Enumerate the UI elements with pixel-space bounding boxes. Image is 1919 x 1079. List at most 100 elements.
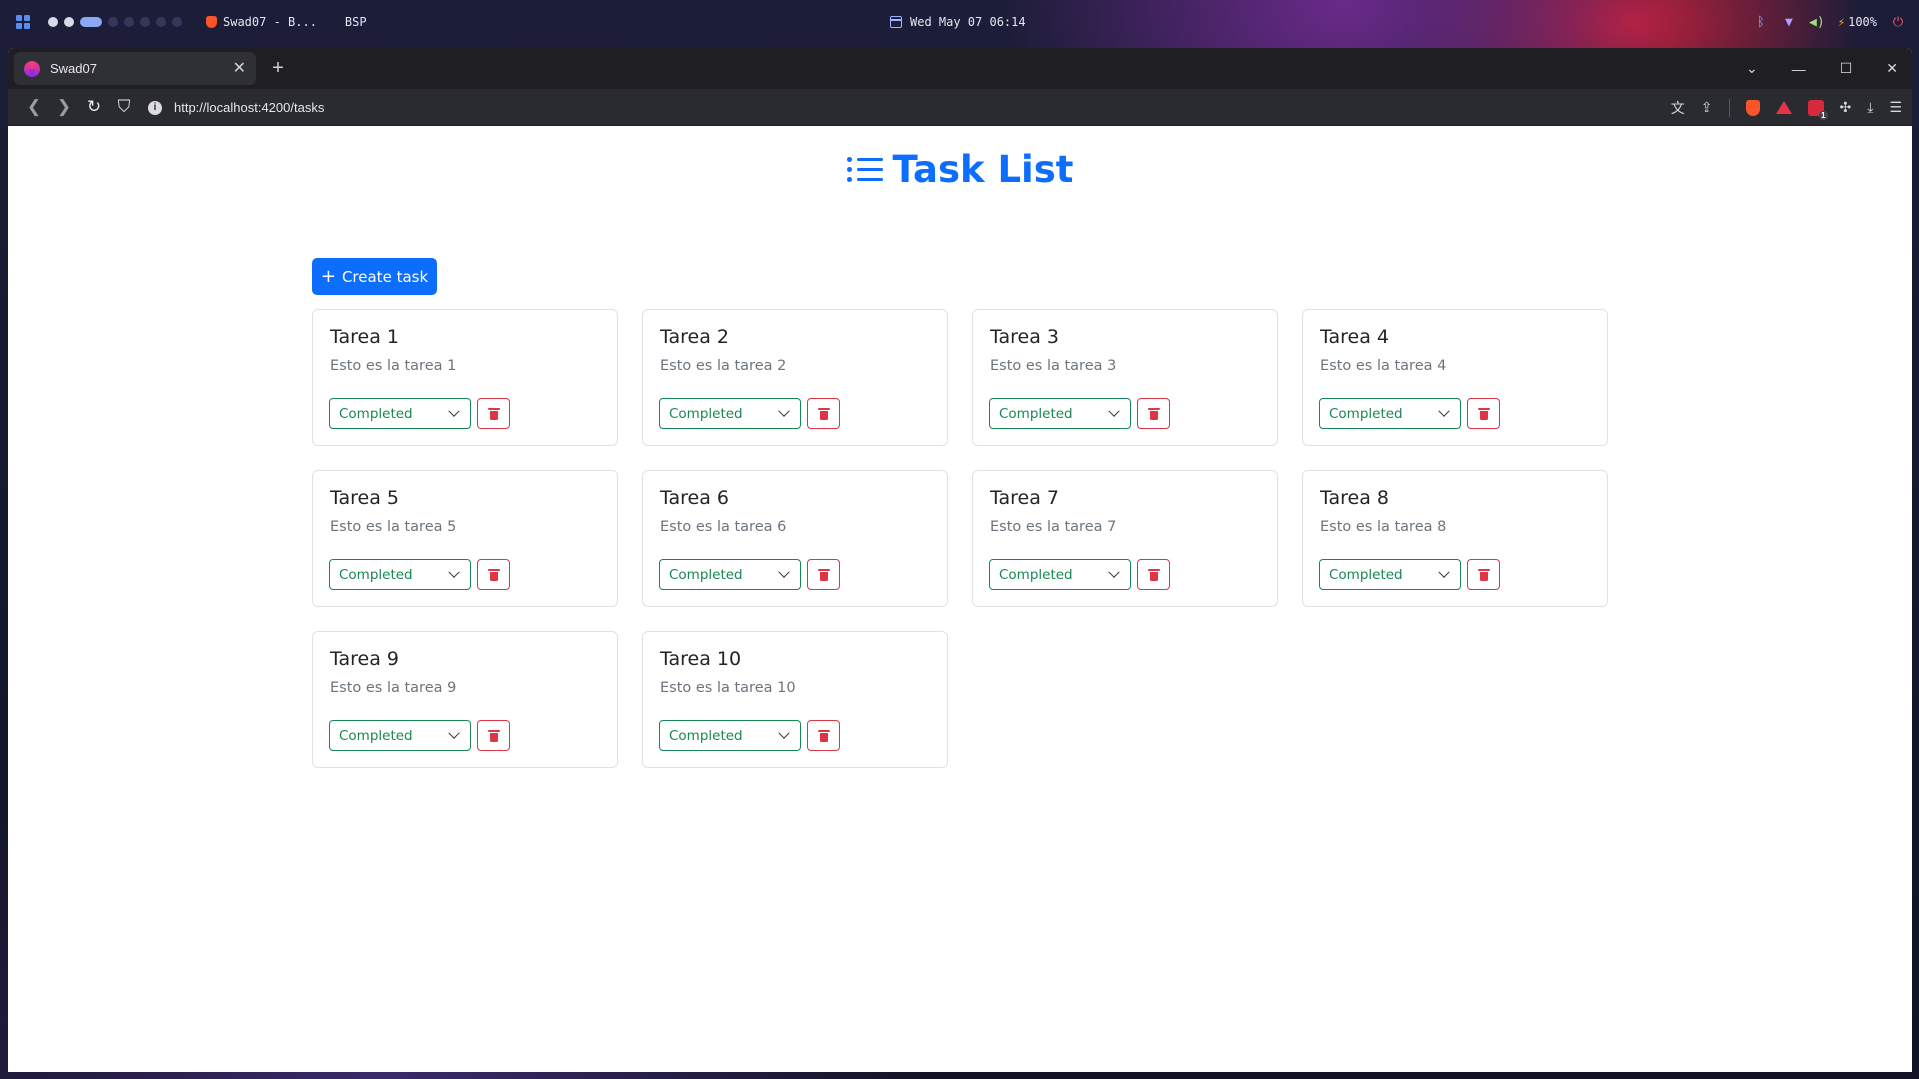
workspace-dot[interactable] — [172, 17, 182, 27]
delete-task-button[interactable] — [1467, 398, 1500, 429]
status-value: Completed — [339, 727, 413, 744]
power-icon[interactable]: ⏻ — [1891, 15, 1905, 30]
task-card: Tarea 2 Esto es la tarea 2 Completed — [642, 309, 948, 446]
url-field[interactable]: i http://localhost:4200/tasks — [148, 89, 324, 126]
task-actions: Completed — [1319, 398, 1500, 429]
task-title: Tarea 9 — [330, 648, 399, 670]
task-actions: Completed — [1319, 559, 1500, 590]
close-tab-icon[interactable]: ✕ — [233, 60, 246, 77]
task-title: Tarea 8 — [1320, 487, 1389, 509]
task-grid: Tarea 1 Esto es la tarea 1 Completed Tar… — [312, 309, 1609, 768]
delete-task-button[interactable] — [807, 720, 840, 751]
delete-task-button[interactable] — [807, 559, 840, 590]
status-select[interactable]: Completed — [659, 559, 801, 590]
back-button[interactable]: ❮ — [20, 97, 48, 117]
new-tab-button[interactable]: + — [266, 56, 290, 80]
calendar-icon — [890, 16, 902, 28]
translate-icon[interactable]: 文 — [1671, 98, 1685, 118]
extension-icon[interactable]: 1 — [1807, 99, 1828, 120]
tab-active[interactable]: Swad07 ✕ — [14, 52, 256, 85]
workspace-dot[interactable] — [108, 17, 118, 27]
brave-rewards-icon[interactable] — [1775, 101, 1792, 114]
site-info-icon[interactable]: i — [148, 100, 162, 115]
volume-icon[interactable]: ◀) — [1809, 15, 1825, 30]
status-value: Completed — [669, 727, 743, 744]
workspace-dot-active[interactable] — [80, 17, 102, 27]
delete-task-button[interactable] — [1137, 398, 1170, 429]
task-card: Tarea 5 Esto es la tarea 5 Completed — [312, 470, 618, 607]
task-description: Esto es la tarea 6 — [660, 519, 787, 535]
task-card: Tarea 8 Esto es la tarea 8 Completed — [1302, 470, 1608, 607]
delete-task-button[interactable] — [477, 559, 510, 590]
task-description: Esto es la tarea 2 — [660, 358, 787, 374]
close-window-icon[interactable]: ✕ — [1886, 60, 1898, 77]
task-title: Tarea 3 — [990, 326, 1059, 348]
trash-icon — [1477, 568, 1490, 581]
task-description: Esto es la tarea 4 — [1320, 358, 1447, 374]
status-select[interactable]: Completed — [659, 398, 801, 429]
chevron-down-icon — [448, 727, 460, 739]
page-title: Task List — [892, 148, 1074, 191]
trash-icon — [817, 568, 830, 581]
maximize-icon[interactable]: ☐ — [1840, 60, 1853, 77]
status-value: Completed — [339, 566, 413, 583]
workspace-dot[interactable] — [140, 17, 150, 27]
bookmark-icon[interactable]: ⛉ — [110, 97, 138, 117]
workspace-dot[interactable] — [48, 17, 58, 27]
trash-icon — [817, 407, 830, 420]
status-select[interactable]: Completed — [989, 398, 1131, 429]
delete-task-button[interactable] — [807, 398, 840, 429]
workspace-grid-icon[interactable] — [16, 15, 30, 29]
download-icon[interactable]: ⤓ — [1867, 99, 1873, 116]
url-text[interactable]: http://localhost:4200/tasks — [174, 100, 324, 115]
status-select[interactable]: Completed — [329, 720, 471, 751]
trash-icon — [487, 729, 500, 742]
task-actions: Completed — [989, 398, 1170, 429]
menu-icon[interactable]: ☰ — [1889, 99, 1902, 116]
minimize-icon[interactable]: — — [1792, 61, 1806, 77]
chevron-down-icon — [778, 405, 790, 417]
address-bar: ❮ ❯ ↻ ⛉ i http://localhost:4200/tasks 文 … — [8, 89, 1912, 126]
battery-bolt-icon: ⚡ — [1837, 15, 1846, 29]
status-value: Completed — [669, 405, 743, 422]
tab-list-chevron-icon[interactable]: ⌄ — [1746, 60, 1758, 77]
status-select[interactable]: Completed — [659, 720, 801, 751]
workspace-dot[interactable] — [64, 17, 74, 27]
trash-icon — [487, 568, 500, 581]
status-select[interactable]: Completed — [1319, 559, 1461, 590]
task-actions: Completed — [329, 559, 510, 590]
status-select[interactable]: Completed — [329, 398, 471, 429]
chevron-down-icon — [1108, 566, 1120, 578]
battery[interactable]: ⚡ 100% — [1838, 15, 1877, 29]
create-task-button[interactable]: + Create task — [312, 258, 437, 295]
chevron-down-icon — [778, 566, 790, 578]
trash-icon — [1147, 568, 1160, 581]
delete-task-button[interactable] — [477, 398, 510, 429]
status-value: Completed — [1329, 405, 1403, 422]
system-bar: Swad07 - B... BSP Wed May 07 06:14 ᛒ ▼ ◀… — [0, 0, 1919, 44]
status-select[interactable]: Completed — [989, 559, 1131, 590]
chevron-down-icon — [1108, 405, 1120, 417]
bluetooth-icon[interactable]: ᛒ — [1754, 15, 1768, 30]
status-select[interactable]: Completed — [1319, 398, 1461, 429]
workspace-dot[interactable] — [156, 17, 166, 27]
brave-shields-icon[interactable] — [1745, 99, 1760, 116]
workspace-dot[interactable] — [124, 17, 134, 27]
delete-task-button[interactable] — [1137, 559, 1170, 590]
forward-button[interactable]: ❯ — [50, 97, 78, 117]
task-actions: Completed — [989, 559, 1170, 590]
reload-button[interactable]: ↻ — [80, 97, 108, 117]
status-value: Completed — [669, 566, 743, 583]
task-actions: Completed — [659, 720, 840, 751]
chevron-down-icon — [448, 566, 460, 578]
wifi-icon[interactable]: ▼ — [1782, 15, 1796, 30]
extensions-puzzle-icon[interactable]: ✣ — [1840, 99, 1852, 116]
delete-task-button[interactable] — [477, 720, 510, 751]
share-icon[interactable]: ⇪ — [1701, 99, 1713, 116]
status-value: Completed — [339, 405, 413, 422]
status-select[interactable]: Completed — [329, 559, 471, 590]
extension-badge: 1 — [1819, 110, 1828, 120]
divider — [1728, 98, 1730, 117]
chevron-down-icon — [778, 727, 790, 739]
delete-task-button[interactable] — [1467, 559, 1500, 590]
